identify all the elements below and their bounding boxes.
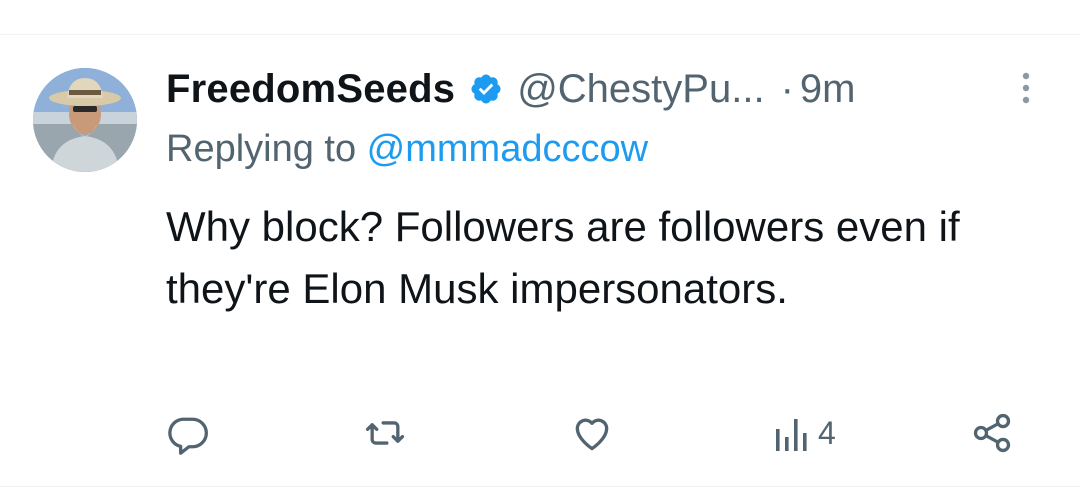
tweet-header: FreedomSeeds @ChestyPu... · 9m xyxy=(166,64,855,114)
views-count: 4 xyxy=(818,414,836,451)
replying-prefix: Replying to xyxy=(166,128,367,170)
like-button[interactable] xyxy=(570,408,614,458)
views-button[interactable]: 4 xyxy=(772,408,836,458)
separator-dot: · xyxy=(780,66,794,111)
action-bar: 4 xyxy=(0,408,1080,458)
replying-to-mention[interactable]: @mmmadcccow xyxy=(367,128,648,170)
retweet-icon xyxy=(362,411,408,455)
views-bar-chart-icon xyxy=(772,411,812,455)
reply-icon xyxy=(166,411,210,455)
avatar-image xyxy=(33,68,137,172)
replying-to: Replying to @mmmadcccow xyxy=(166,128,648,171)
share-button[interactable] xyxy=(970,408,1014,458)
top-divider xyxy=(0,34,1080,35)
retweet-button[interactable] xyxy=(362,408,408,458)
verified-badge-icon xyxy=(469,72,503,106)
display-name[interactable]: FreedomSeeds xyxy=(166,67,455,112)
tweet-text: Why block? Followers are followers even … xyxy=(166,203,960,312)
more-vertical-icon[interactable] xyxy=(1016,70,1036,106)
user-handle[interactable]: @ChestyPu... xyxy=(517,67,764,112)
tweet[interactable]: FreedomSeeds @ChestyPu... · 9m Replying … xyxy=(0,0,1080,499)
timestamp[interactable]: 9m xyxy=(800,67,856,112)
share-icon xyxy=(970,411,1014,455)
heart-icon xyxy=(570,411,614,455)
bottom-divider xyxy=(0,486,1080,487)
avatar[interactable] xyxy=(33,68,137,172)
reply-button[interactable] xyxy=(166,408,210,458)
